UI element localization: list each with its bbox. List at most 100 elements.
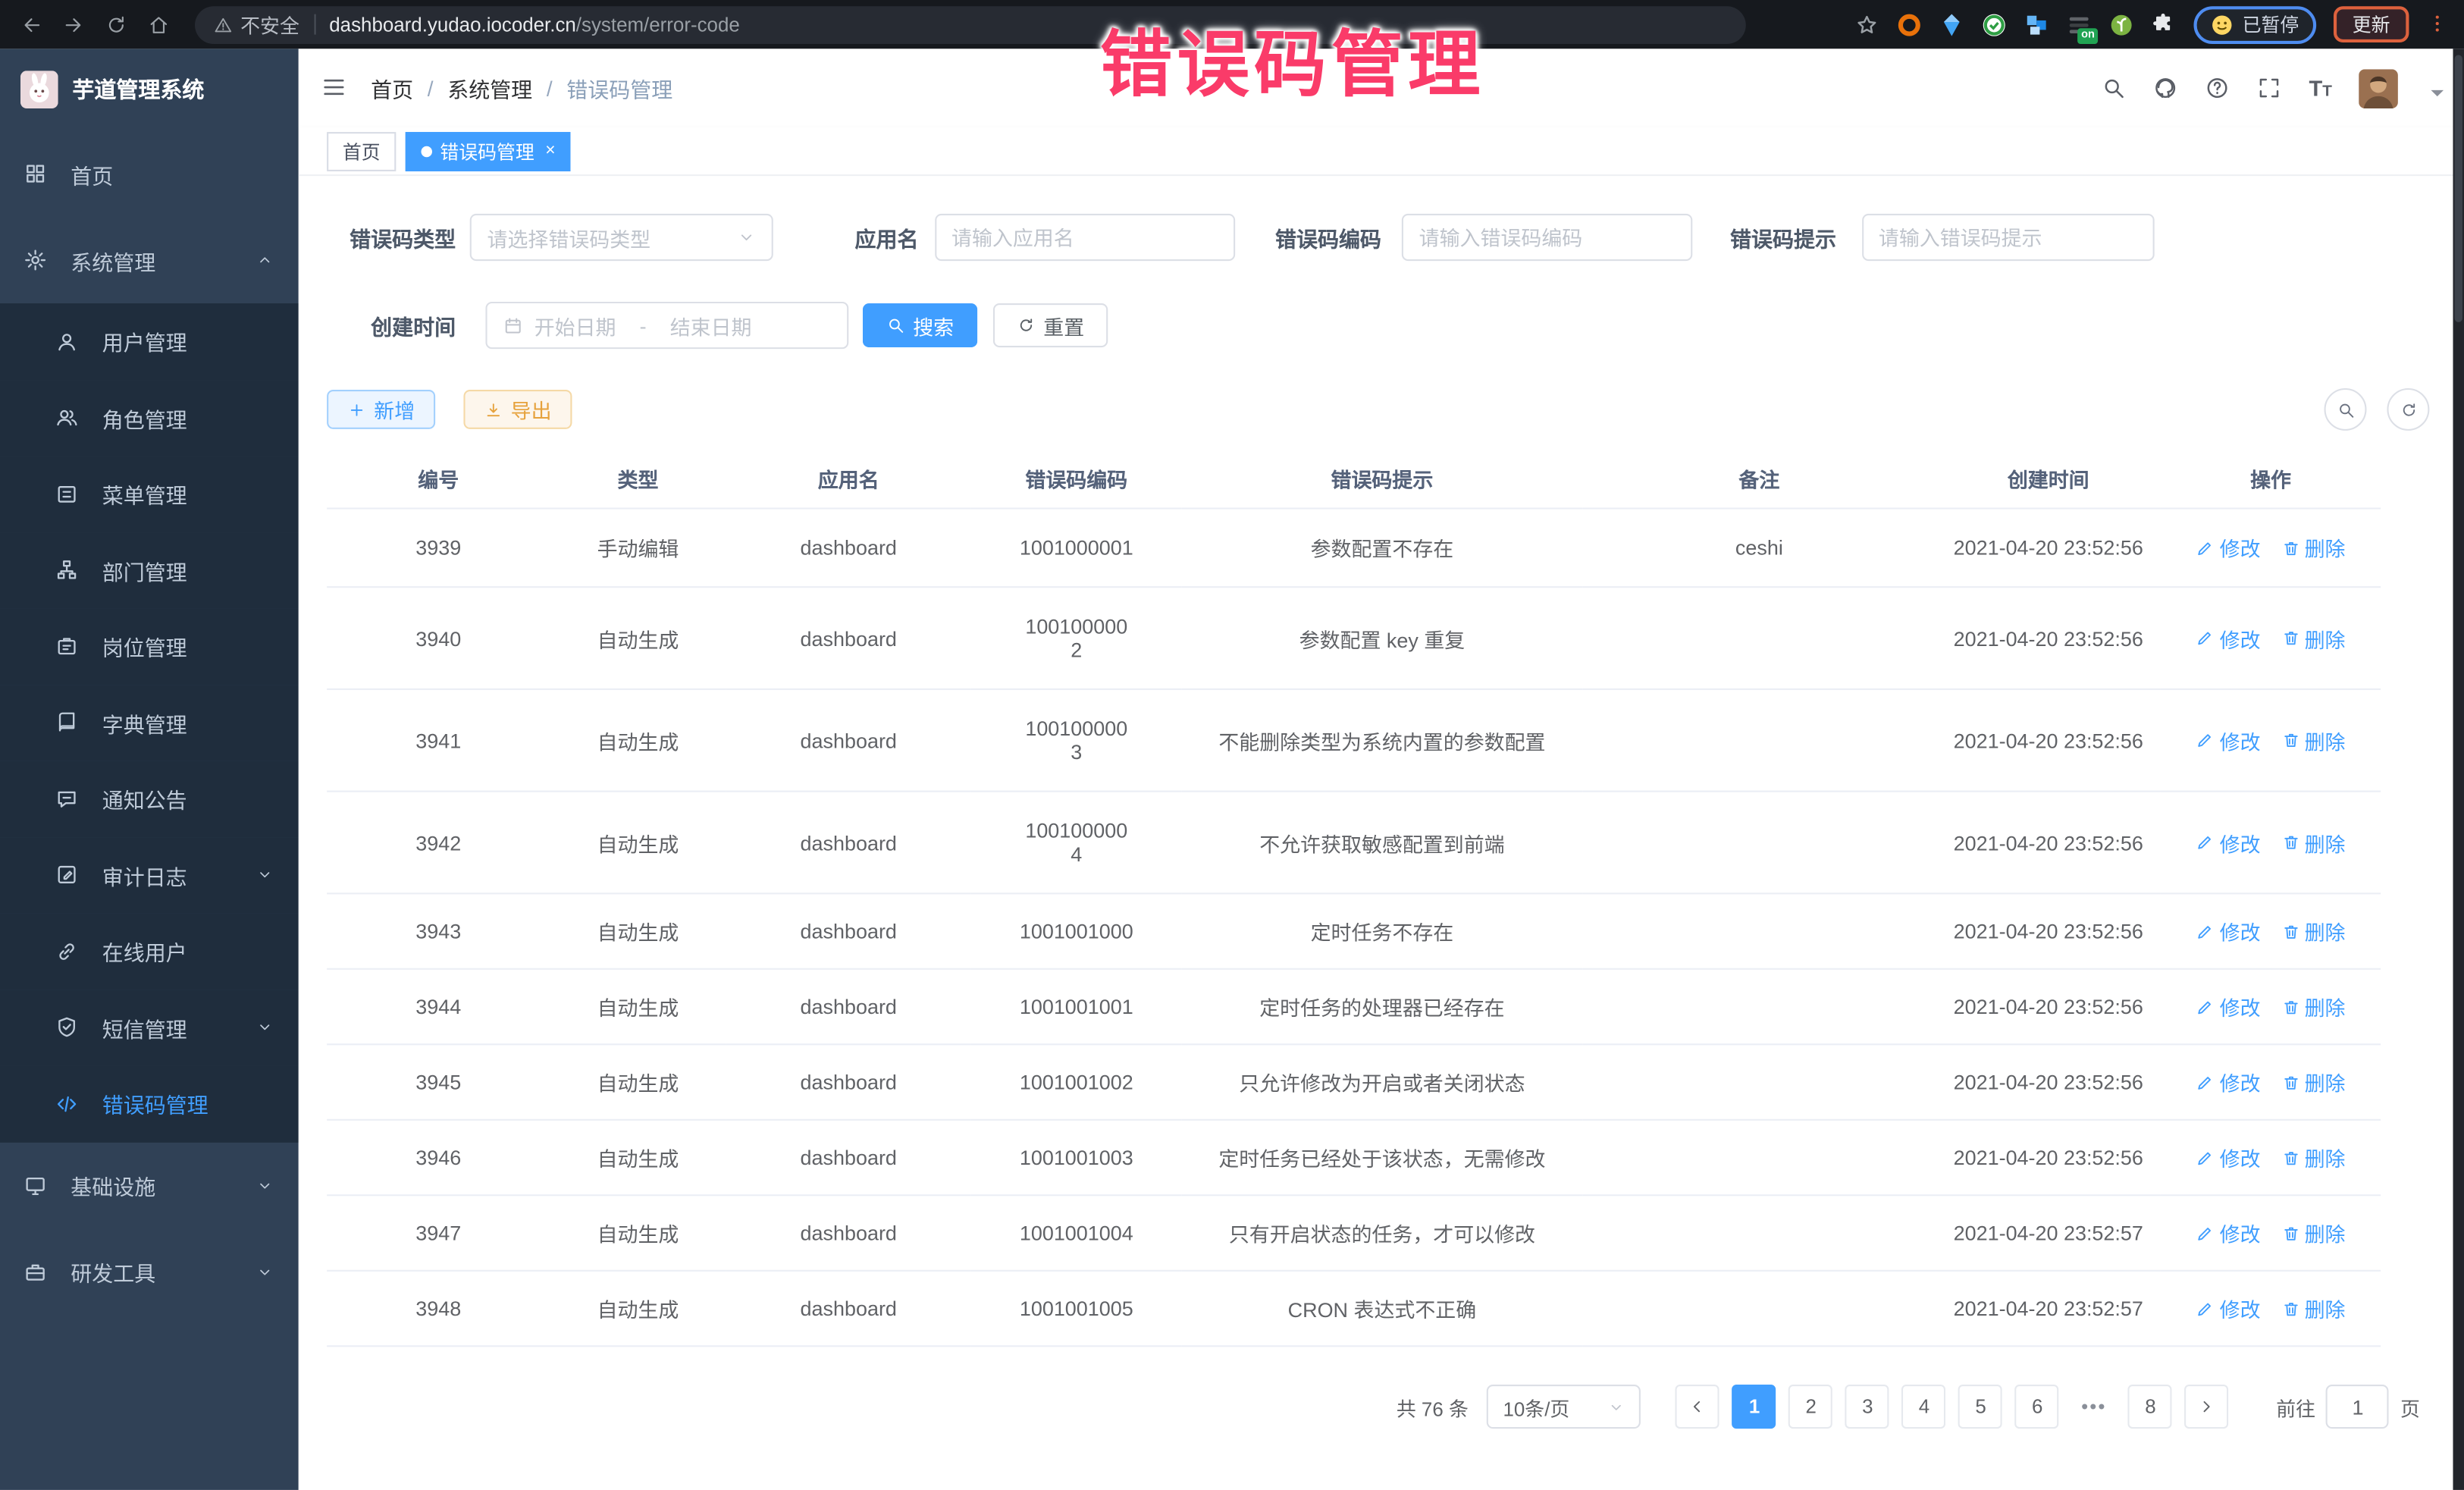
browser-forward-button[interactable] (58, 8, 89, 39)
extensions-puzzle-icon[interactable] (2151, 12, 2176, 37)
app-name-input[interactable] (934, 214, 1234, 261)
pen-icon (2196, 833, 2215, 852)
page-button-1[interactable]: 1 (1732, 1385, 1776, 1429)
edit-link[interactable]: 修改 (2196, 1067, 2261, 1096)
page-size-select[interactable]: 10条/页 (1487, 1385, 1641, 1429)
sidebar-item-dict[interactable]: 字典管理 (0, 685, 299, 761)
delete-link[interactable]: 删除 (2281, 1067, 2346, 1096)
edit-link[interactable]: 修改 (2196, 992, 2261, 1021)
delete-link[interactable]: 删除 (2281, 827, 2346, 857)
user-avatar[interactable] (2359, 68, 2398, 108)
sidebar-item-notice[interactable]: 通知公告 (0, 761, 299, 837)
page-button-4[interactable]: 4 (1902, 1385, 1946, 1429)
sidebar-item-user[interactable]: 用户管理 (0, 303, 299, 380)
header-search-icon[interactable] (2102, 75, 2127, 100)
sidebar-item-audit[interactable]: 审计日志 (0, 837, 299, 914)
prev-page-button[interactable] (1676, 1385, 1719, 1429)
breadcrumb-home[interactable]: 首页 (371, 72, 413, 103)
page-button-2[interactable]: 2 (1789, 1385, 1833, 1429)
tag-item[interactable]: 首页 (327, 131, 396, 171)
github-icon[interactable] (2153, 75, 2178, 100)
app-logo-row[interactable]: 芋道管理系统 (0, 49, 299, 130)
export-button[interactable]: 导出 (463, 390, 572, 429)
delete-link[interactable]: 删除 (2281, 1294, 2346, 1323)
sidebar-item-dept[interactable]: 部门管理 (0, 532, 299, 609)
delete-link[interactable]: 删除 (2281, 992, 2346, 1021)
edit-link[interactable]: 修改 (2196, 827, 2261, 857)
sidebar-item-online[interactable]: 在线用户 (0, 913, 299, 990)
cell-actions: 修改删除 (2161, 893, 2381, 968)
breadcrumb-system[interactable]: 系统管理 (447, 72, 532, 103)
delete-link[interactable]: 删除 (2281, 623, 2346, 653)
avatar-caret-down-icon[interactable] (2425, 80, 2442, 97)
delete-link[interactable]: 删除 (2281, 1143, 2346, 1172)
sidebar-item-role[interactable]: 角色管理 (0, 380, 299, 456)
cell-code: 1001001003 (971, 1120, 1182, 1195)
sidebar-item-menu[interactable]: 菜单管理 (0, 456, 299, 532)
error-code-input[interactable] (1402, 214, 1692, 261)
cell-app: dashboard (726, 893, 971, 968)
browser-menu-icon[interactable] (2426, 10, 2448, 38)
browser-update-button[interactable]: 更新 (2334, 6, 2409, 42)
arrow-left-icon (20, 14, 42, 36)
edit-link[interactable]: 修改 (2196, 533, 2261, 563)
bookmark-star-icon[interactable] (1854, 12, 1879, 37)
profile-paused-pill[interactable]: 已暂停 (2193, 5, 2316, 43)
edit-link[interactable]: 修改 (2196, 1218, 2261, 1247)
next-page-button[interactable] (2185, 1385, 2229, 1429)
page-button-5[interactable]: 5 (1959, 1385, 2003, 1429)
delete-link[interactable]: 删除 (2281, 1218, 2346, 1247)
extension-green-check-icon[interactable] (1982, 12, 2007, 37)
extension-blue-cubes-icon[interactable] (2024, 12, 2049, 37)
page-ellipsis[interactable]: ••• (2072, 1385, 2116, 1429)
column-header: 应用名 (726, 450, 971, 509)
reset-button[interactable]: 重置 (993, 303, 1108, 347)
error-type-select[interactable]: 请选择错误码类型 (470, 214, 773, 261)
sidebar-item-system[interactable]: 系统管理 (0, 217, 299, 303)
hamburger-icon[interactable] (321, 74, 349, 102)
delete-link[interactable]: 删除 (2281, 916, 2346, 946)
pen-icon (2196, 997, 2215, 1016)
page-button-8[interactable]: 8 (2128, 1385, 2172, 1429)
fullscreen-icon[interactable] (2257, 75, 2282, 100)
search-button[interactable]: 搜索 (863, 303, 977, 347)
sidebar-item-infra[interactable]: 基础设施 (0, 1142, 299, 1228)
help-icon[interactable] (2205, 75, 2230, 100)
sidebar-item-post[interactable]: 岗位管理 (0, 608, 299, 685)
browser-back-button[interactable] (16, 8, 47, 39)
extension-list-on-icon[interactable]: on (2067, 12, 2092, 37)
browser-scrollbar[interactable] (2453, 49, 2464, 1490)
add-button[interactable]: 新增 (327, 390, 435, 429)
edit-link[interactable]: 修改 (2196, 1294, 2261, 1323)
address-bar[interactable]: 不安全 dashboard.yudao.iocoder.cn/system/er… (195, 5, 1746, 43)
tag-close-icon[interactable]: × (545, 143, 555, 160)
delete-link[interactable]: 删除 (2281, 533, 2346, 563)
extension-blue-gem-icon[interactable] (1939, 12, 1964, 37)
error-hint-input[interactable] (1861, 214, 2154, 261)
monitor-icon (24, 1173, 47, 1197)
page-button-6[interactable]: 6 (2015, 1385, 2059, 1429)
cell-hint: 不能删除类型为系统内置的参数配置 (1182, 689, 1583, 792)
extension-green-sprout-icon[interactable] (2108, 12, 2133, 37)
extension-orange-ring-icon[interactable] (1897, 12, 1922, 37)
chevron-right-icon (2198, 1397, 2217, 1416)
toggle-search-button[interactable] (2324, 388, 2367, 431)
delete-link[interactable]: 删除 (2281, 726, 2346, 755)
sidebar-item-errorcode[interactable]: 错误码管理 (0, 1065, 299, 1142)
browser-home-button[interactable] (143, 8, 174, 39)
page-button-3[interactable]: 3 (1845, 1385, 1889, 1429)
edit-link[interactable]: 修改 (2196, 916, 2261, 946)
browser-reload-button[interactable] (101, 8, 132, 39)
edit-link[interactable]: 修改 (2196, 623, 2261, 653)
font-size-icon[interactable]: TT (2309, 75, 2331, 100)
edit-link[interactable]: 修改 (2196, 1143, 2261, 1172)
create-time-range-picker[interactable]: 开始日期 - 结束日期 (485, 302, 848, 349)
sidebar-item-sms[interactable]: 短信管理 (0, 990, 299, 1066)
tag-active[interactable]: 错误码管理× (406, 131, 572, 171)
goto-page-input[interactable] (2327, 1385, 2390, 1429)
sidebar: 芋道管理系统 首页系统管理用户管理角色管理菜单管理部门管理岗位管理字典管理通知公… (0, 49, 299, 1490)
refresh-table-button[interactable] (2387, 388, 2429, 431)
sidebar-item-tools[interactable]: 研发工具 (0, 1228, 299, 1315)
sidebar-item-home[interactable]: 首页 (0, 130, 299, 217)
edit-link[interactable]: 修改 (2196, 726, 2261, 755)
